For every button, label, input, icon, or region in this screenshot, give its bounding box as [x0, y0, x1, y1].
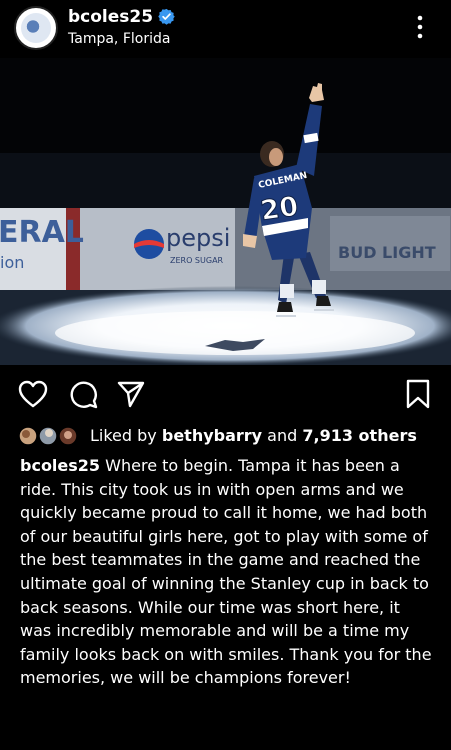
board-left-sub: ion [0, 253, 24, 272]
likes-prefix: Liked by [90, 426, 162, 445]
likes-row: Liked by bethybarry and 7,913 others [0, 425, 451, 447]
likes-connector: and [262, 426, 303, 445]
caption-text: Where to begin. Tampa it has been a ride… [20, 456, 432, 688]
liker-avatars[interactable] [18, 426, 80, 446]
bookmark-icon[interactable] [405, 378, 431, 410]
profile-avatar[interactable] [14, 6, 58, 50]
comment-icon[interactable] [69, 380, 99, 410]
verified-badge-icon [158, 8, 175, 25]
heart-icon[interactable] [18, 380, 48, 408]
board-right-text: BUD LIGHT [338, 243, 436, 262]
likes-count[interactable]: 7,913 others [302, 426, 416, 445]
post-photo[interactable]: ERAL ion pepsi ZERO SUGAR BUD LIGHT COLE… [0, 58, 451, 365]
location[interactable]: Tampa, Florida [68, 31, 170, 47]
arena-scene: ERAL ion pepsi ZERO SUGAR BUD LIGHT COLE… [0, 58, 451, 365]
board-left-text: ERAL [0, 215, 84, 250]
board-brand-sub: ZERO SUGAR [170, 256, 224, 265]
liked-by-user[interactable]: bethybarry [162, 426, 262, 445]
likes-summary[interactable]: Liked by bethybarry and 7,913 others [90, 426, 417, 445]
share-icon[interactable] [116, 379, 146, 409]
more-options-icon[interactable] [413, 14, 427, 40]
caption-username[interactable]: bcoles25 [20, 456, 100, 475]
jersey-number: 20 [259, 191, 301, 227]
post-header: bcoles25 Tampa, Florida [0, 0, 451, 58]
action-bar [0, 365, 451, 420]
board-brand: pepsi [166, 224, 230, 252]
post-caption: bcoles25 Where to begin. Tampa it has be… [20, 454, 435, 690]
username[interactable]: bcoles25 [68, 7, 153, 27]
